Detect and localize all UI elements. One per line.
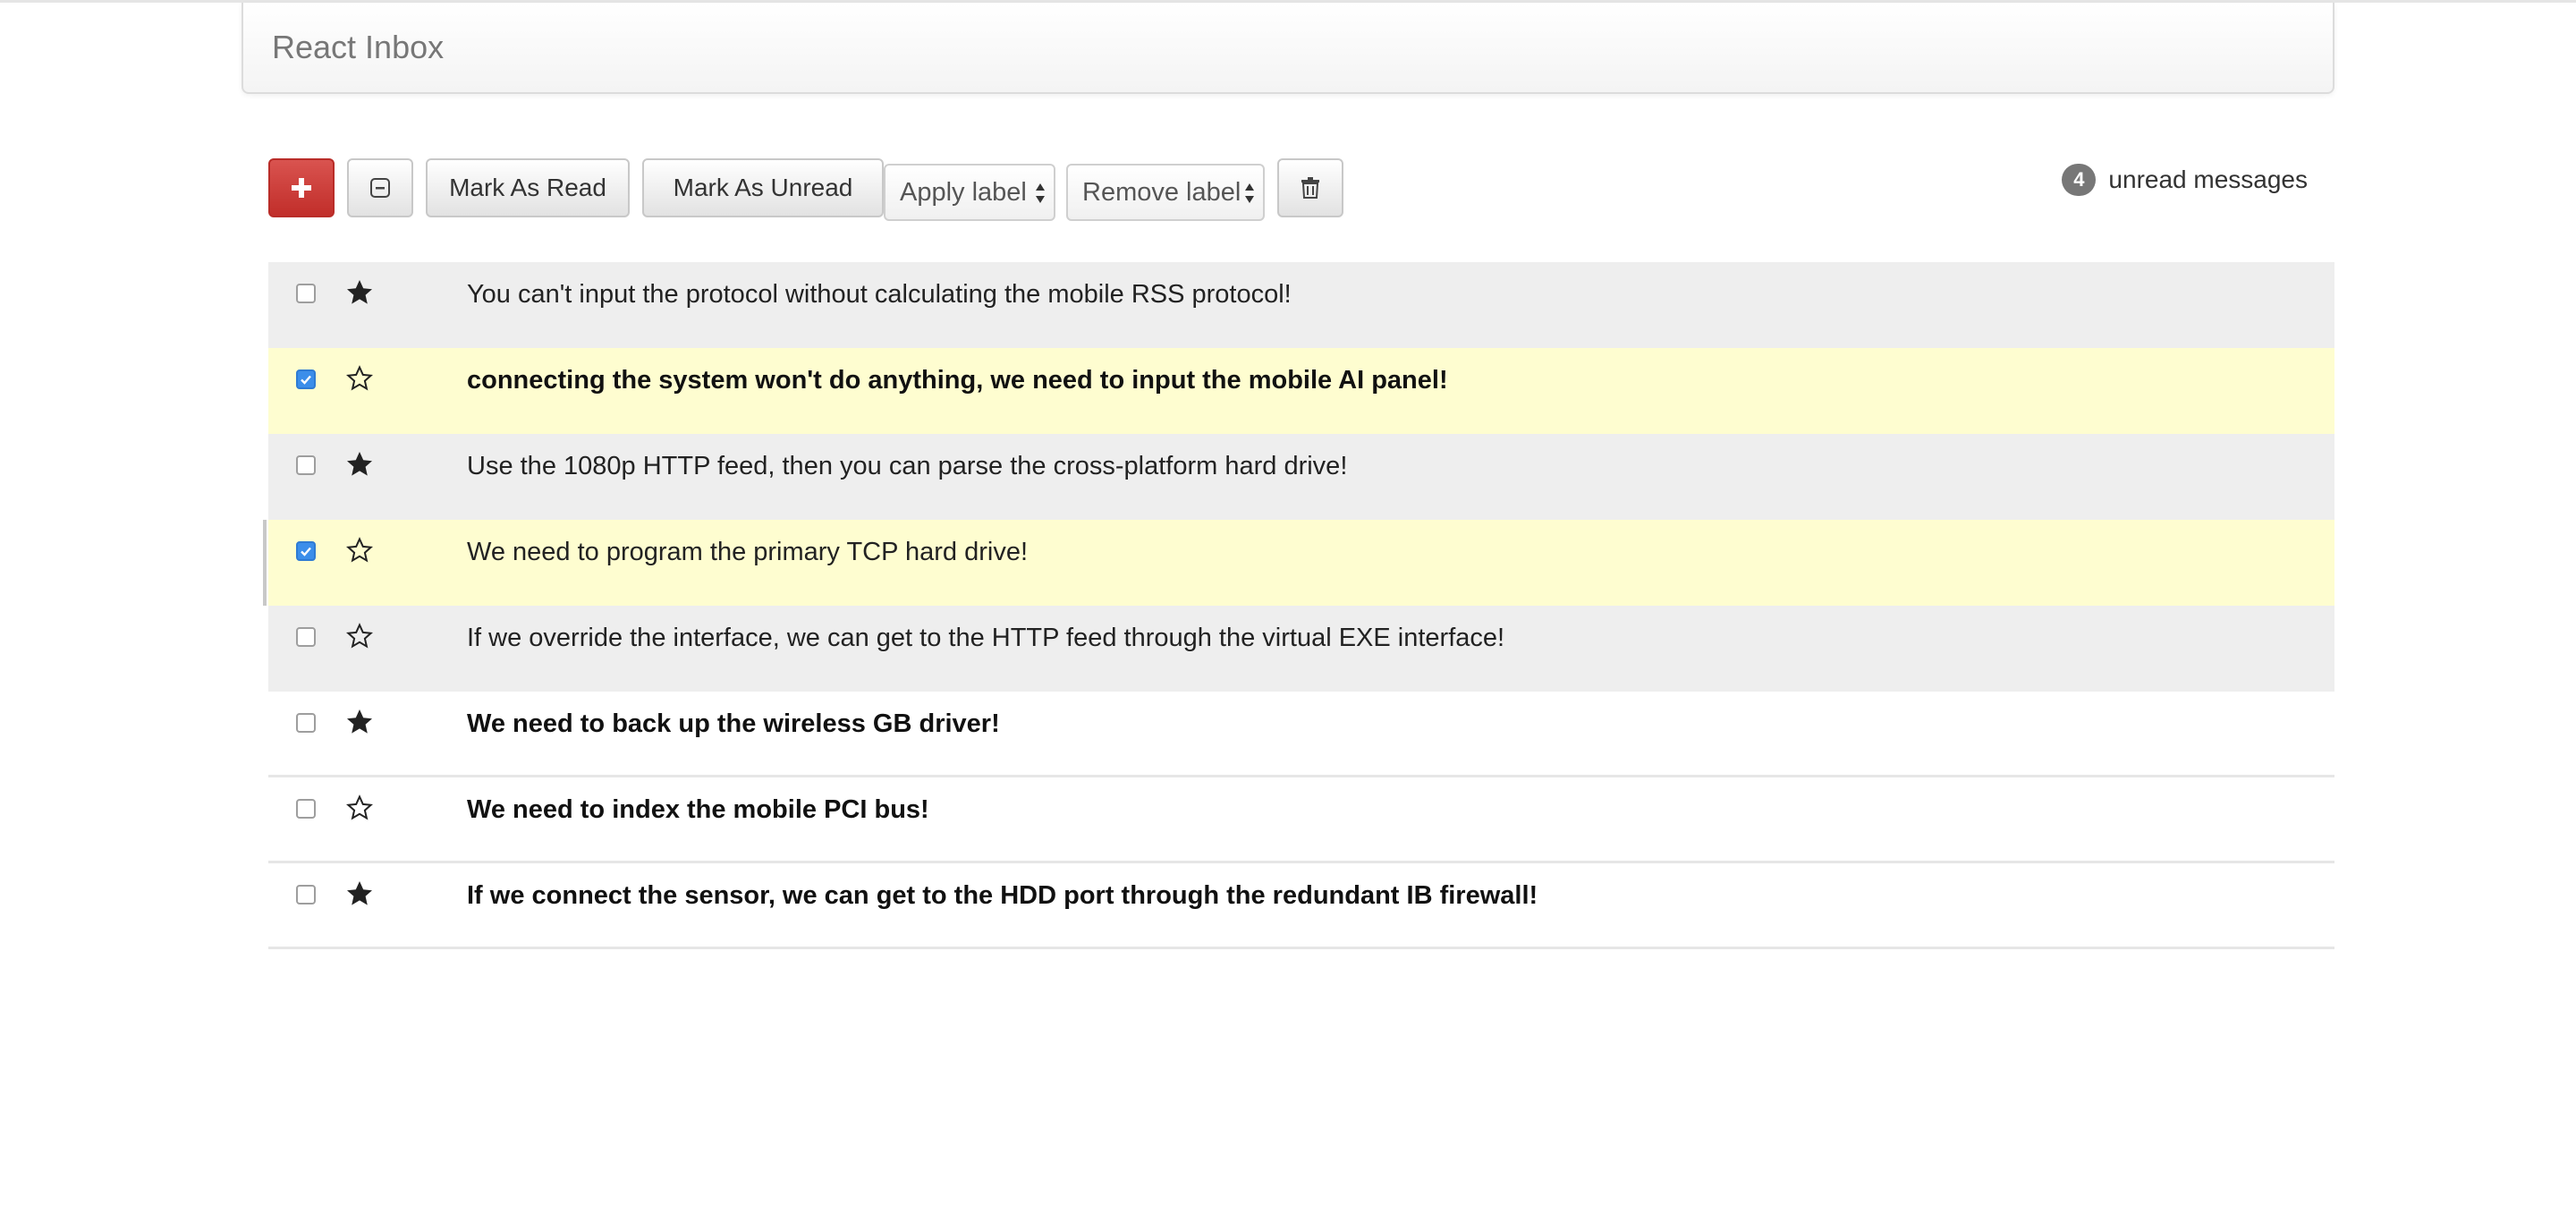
star-outline-icon[interactable] [345, 794, 374, 822]
message-row[interactable]: We need to back up the wireless GB drive… [268, 692, 2334, 777]
compose-button[interactable] [268, 158, 335, 217]
message-row[interactable]: You can't input the protocol without cal… [268, 262, 2334, 348]
minus-square-icon [370, 178, 390, 198]
select-all-button[interactable] [347, 158, 413, 217]
star-filled-icon[interactable] [345, 450, 374, 479]
message-row[interactable]: If we connect the sensor, we can get to … [268, 863, 2334, 949]
message-checkbox[interactable] [296, 799, 316, 819]
select-caret-icon [1036, 183, 1045, 203]
message-subject[interactable]: We need to back up the wireless GB drive… [467, 692, 1000, 756]
delete-button[interactable] [1277, 158, 1343, 217]
star-filled-icon[interactable] [345, 278, 374, 307]
apply-label-select[interactable]: Apply label [884, 164, 1055, 221]
apply-label-value: Apply label [900, 177, 1027, 207]
message-subject[interactable]: Use the 1080p HTTP feed, then you can pa… [467, 434, 1347, 498]
mark-as-read-button[interactable]: Mark As Read [426, 158, 630, 217]
star-outline-icon[interactable] [345, 536, 374, 565]
message-checkbox[interactable] [296, 284, 316, 303]
select-caret-icon [1245, 183, 1254, 203]
message-subject[interactable]: connecting the system won't do anything,… [467, 348, 1448, 412]
message-checkbox[interactable] [296, 369, 316, 389]
checkmark-icon [301, 375, 311, 385]
mark-as-unread-button[interactable]: Mark As Unread [642, 158, 884, 217]
message-list: You can't input the protocol without cal… [263, 262, 2334, 949]
unread-label: unread messages [2108, 166, 2308, 193]
remove-label-select[interactable]: Remove label [1066, 164, 1265, 221]
remove-label-value: Remove label [1082, 177, 1241, 207]
message-row[interactable]: If we override the interface, we can get… [268, 606, 2334, 692]
navbar: React Inbox [242, 3, 2334, 94]
message-checkbox[interactable] [296, 627, 316, 647]
page: React Inbox Mark As Read Mark As Unread … [0, 0, 2576, 1206]
message-subject[interactable]: You can't input the protocol without cal… [467, 262, 1292, 327]
star-outline-icon[interactable] [345, 622, 374, 650]
star-outline-icon[interactable] [345, 364, 374, 393]
message-checkbox[interactable] [296, 713, 316, 733]
message-checkbox[interactable] [296, 455, 316, 475]
message-subject[interactable]: We need to program the primary TCP hard … [467, 520, 1028, 584]
message-subject[interactable]: If we connect the sensor, we can get to … [467, 863, 1538, 928]
trash-icon [1301, 177, 1319, 199]
plus-icon [292, 178, 311, 198]
star-filled-icon[interactable] [345, 708, 374, 736]
message-row[interactable]: We need to program the primary TCP hard … [263, 520, 2334, 606]
message-row[interactable]: Use the 1080p HTTP feed, then you can pa… [268, 434, 2334, 520]
message-subject[interactable]: If we override the interface, we can get… [467, 606, 1504, 670]
unread-count: 4 unread messages [2062, 157, 2308, 203]
message-subject[interactable]: We need to index the mobile PCI bus! [467, 777, 929, 842]
unread-badge: 4 [2062, 164, 2097, 196]
message-checkbox[interactable] [296, 885, 316, 904]
message-row[interactable]: We need to index the mobile PCI bus! [268, 777, 2334, 863]
app-brand[interactable]: React Inbox [272, 3, 444, 92]
message-row[interactable]: connecting the system won't do anything,… [268, 348, 2334, 434]
checkmark-icon [301, 547, 311, 556]
message-checkbox[interactable] [296, 541, 316, 561]
star-filled-icon[interactable] [345, 879, 374, 908]
toolbar: Mark As Read Mark As Unread Apply label … [268, 157, 2334, 221]
